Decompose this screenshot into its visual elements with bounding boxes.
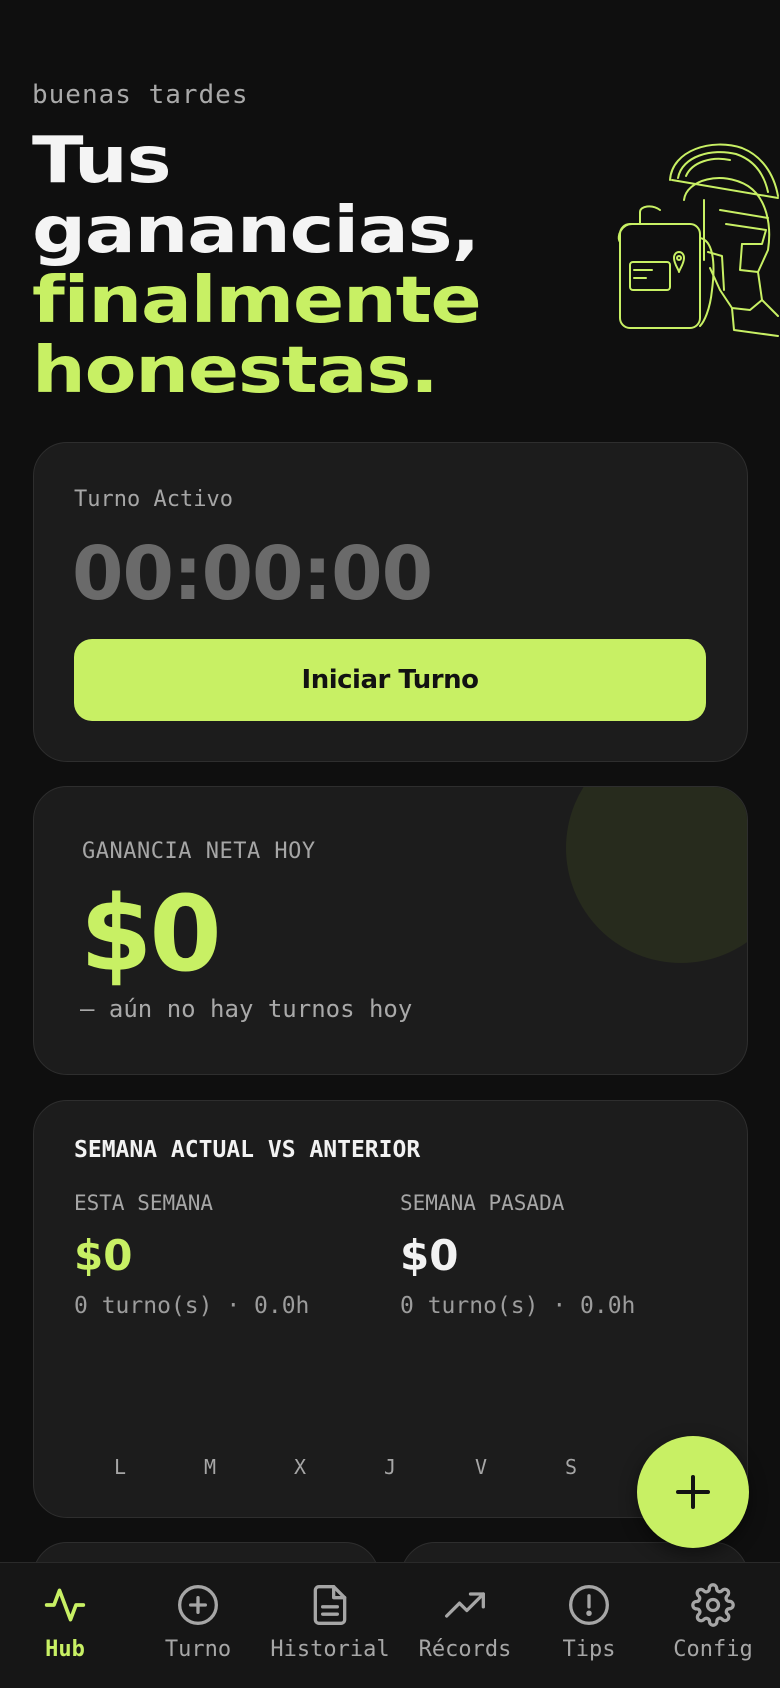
nav-label-records: Récords [418, 1637, 512, 1662]
add-shift-fab[interactable] [637, 1436, 749, 1548]
previous-week-label: SEMANA PASADA [400, 1191, 565, 1215]
day-label-thursday: J [383, 1455, 397, 1479]
nav-item-records[interactable]: Récords [400, 1583, 530, 1662]
nav-item-hub[interactable]: Hub [0, 1583, 130, 1662]
gear-icon [691, 1583, 735, 1627]
previous-week-value: $0 [400, 1231, 459, 1280]
start-shift-button[interactable]: Iniciar Turno [74, 639, 706, 721]
net-earnings-card: GANANCIA NETA HOY $0 — aún no hay turnos… [33, 786, 748, 1075]
alert-circle-icon [569, 1585, 609, 1625]
shift-label: Turno Activo [74, 487, 233, 512]
nav-item-config[interactable]: Config [648, 1583, 778, 1662]
plus-circle-icon [178, 1585, 218, 1625]
plus-icon [676, 1475, 710, 1509]
activity-icon [44, 1588, 86, 1622]
hero-line-4: honestas. [32, 334, 439, 408]
nav-item-tips[interactable]: Tips [524, 1583, 654, 1662]
day-label-friday: V [474, 1455, 488, 1479]
net-earnings-label: GANANCIA NETA HOY [82, 839, 316, 864]
hero-line-3: finalmente [32, 264, 482, 338]
active-shift-card: Turno Activo 00:00:00 Iniciar Turno [33, 442, 748, 762]
hero-line-2: ganancias, [32, 194, 480, 268]
day-label-tuesday: M [203, 1455, 217, 1479]
previous-week-detail: 0 turno(s) · 0.0h [400, 1293, 636, 1319]
nav-item-turno[interactable]: Turno [133, 1583, 263, 1662]
document-icon [313, 1585, 347, 1625]
greeting: buenas tardes [32, 80, 249, 110]
nav-label-config: Config [673, 1637, 753, 1662]
nav-label-historial: Historial [270, 1637, 390, 1662]
nav-label-turno: Turno [164, 1637, 232, 1662]
nav-item-historial[interactable]: Historial [265, 1583, 395, 1662]
day-label-wednesday: X [293, 1455, 307, 1479]
hero-headline: Tus ganancias, finalmente honestas. [32, 126, 693, 406]
hero-line-1: Tus [32, 124, 172, 198]
day-label-saturday: S [564, 1455, 578, 1479]
nav-label-hub: Hub [45, 1637, 85, 1662]
decorative-circle [566, 787, 747, 963]
nav-label-tips: Tips [562, 1637, 616, 1662]
shift-timer: 00:00:00 [72, 531, 433, 617]
current-week-value: $0 [74, 1231, 133, 1280]
bottom-nav: Hub Turno Historial Récords Tips Config [0, 1562, 780, 1688]
week-comparison-card: SEMANA ACTUAL VS ANTERIOR ESTA SEMANA $0… [33, 1100, 748, 1518]
net-earnings-note: — aún no hay turnos hoy [80, 995, 413, 1023]
current-week-detail: 0 turno(s) · 0.0h [74, 1293, 310, 1319]
spartan-courier-logo [617, 143, 779, 337]
current-week-label: ESTA SEMANA [74, 1191, 214, 1215]
week-comparison-title: SEMANA ACTUAL VS ANTERIOR [74, 1137, 421, 1163]
trending-up-icon [445, 1592, 485, 1618]
net-earnings-value: $0 [80, 873, 222, 995]
day-label-monday: L [113, 1455, 127, 1479]
